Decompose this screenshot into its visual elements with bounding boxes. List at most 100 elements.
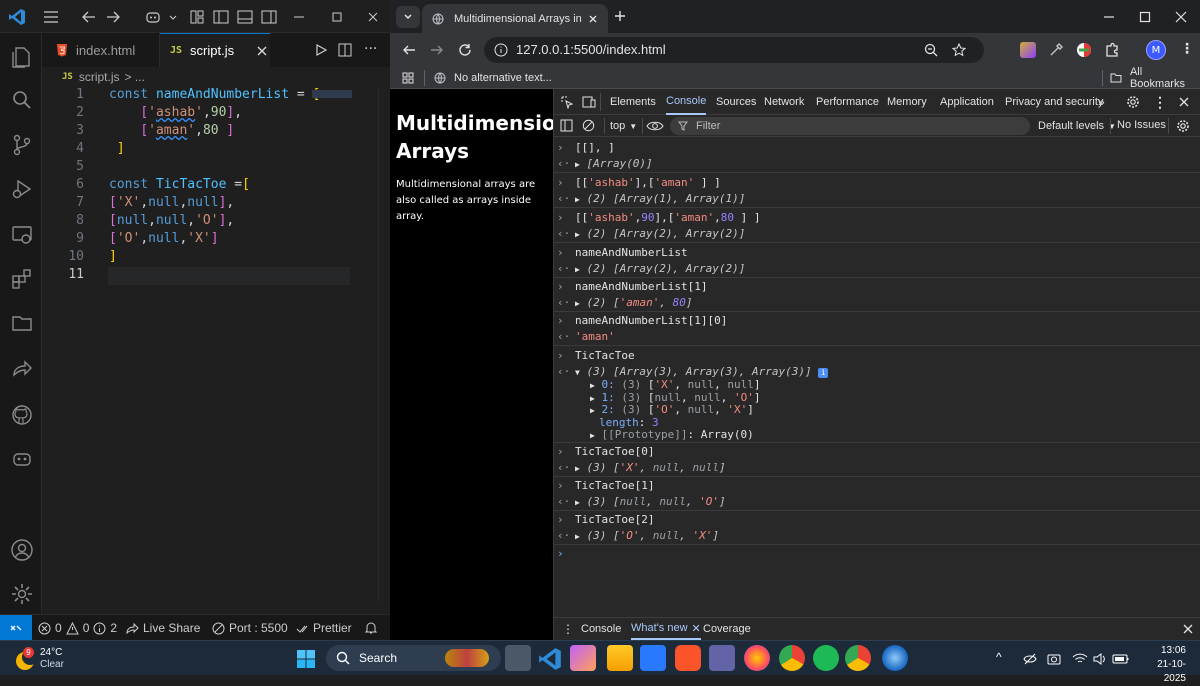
task-view-app[interactable] <box>505 645 531 671</box>
taskbar-search[interactable]: Search <box>326 645 501 671</box>
apps-grid-icon[interactable] <box>402 72 414 84</box>
hidden-icon[interactable] <box>1022 651 1038 667</box>
layout-icon[interactable] <box>188 8 206 26</box>
maximize-icon[interactable] <box>1138 10 1152 24</box>
teams-taskbar-icon[interactable] <box>709 645 735 671</box>
back-arrow-icon[interactable] <box>402 43 416 57</box>
clock[interactable]: 13:06 21-10-2025 <box>1136 644 1186 686</box>
forward-arrow-icon[interactable] <box>430 43 444 57</box>
copilot-chat-icon[interactable] <box>10 447 34 471</box>
chrome-menu-icon[interactable]: ⋮ <box>1180 41 1194 57</box>
source-control-icon[interactable] <box>10 133 34 157</box>
issues-counter[interactable]: No Issues <box>1117 119 1166 131</box>
breadcrumb-rest[interactable]: > ... <box>125 70 145 84</box>
weather-widget[interactable]: 9 24°C Clear <box>14 644 64 674</box>
log-levels-dropdown[interactable]: Default levels ▼ <box>1038 115 1116 137</box>
new-tab-icon[interactable] <box>614 10 626 22</box>
devtools-menu-icon[interactable]: ⋮ <box>1153 89 1167 115</box>
remote-indicator[interactable] <box>0 615 32 641</box>
tab-privacy-security[interactable]: Privacy and security <box>1005 89 1103 115</box>
live-share-button[interactable]: Live Share <box>126 615 200 641</box>
tab-search-button[interactable] <box>396 6 420 28</box>
profile-avatar[interactable]: M <box>1146 40 1166 60</box>
windows-start-icon[interactable] <box>296 649 316 669</box>
close-icon[interactable] <box>1174 10 1188 24</box>
filter-input[interactable]: Filter <box>670 117 1030 135</box>
extensions-icon[interactable] <box>10 267 34 291</box>
tab-memory[interactable]: Memory <box>887 89 927 115</box>
more-actions-icon[interactable]: ··· <box>364 41 377 57</box>
tab-index-html[interactable]: index.html <box>42 33 160 67</box>
tab-performance[interactable]: Performance <box>816 89 879 115</box>
close-tab-icon[interactable] <box>588 14 598 24</box>
close-tab-icon[interactable] <box>256 45 268 57</box>
tab-network[interactable]: Network <box>764 89 804 115</box>
minimize-icon[interactable] <box>1102 10 1116 24</box>
explorer-icon[interactable] <box>10 45 34 69</box>
settings-gear-icon[interactable] <box>10 582 34 606</box>
console-result[interactable]: ‹· ▶ [Array(0)] <box>554 156 1200 173</box>
reload-icon[interactable] <box>458 43 472 57</box>
settings-taskbar-icon[interactable] <box>882 645 908 671</box>
battery-icon[interactable] <box>1112 652 1130 666</box>
drawer-menu-icon[interactable]: ⋮ <box>562 622 574 636</box>
store-taskbar-icon[interactable] <box>640 645 666 671</box>
live-share-icon[interactable] <box>10 357 34 381</box>
address-bar[interactable]: 127.0.0.1:5500/index.html <box>484 37 984 63</box>
drawer-tab-whats-new[interactable]: What's new ✕ <box>631 618 701 640</box>
copilot-icon[interactable] <box>144 8 162 26</box>
github-icon[interactable] <box>10 403 34 427</box>
close-icon[interactable] <box>364 8 382 26</box>
chevron-down-icon[interactable] <box>164 8 182 26</box>
minimize-icon[interactable] <box>290 8 308 26</box>
console-result[interactable]: ‹· ▶ (3) [null, null, 'O'] <box>554 494 1200 511</box>
chrome-taskbar-icon[interactable] <box>779 645 805 671</box>
console-result[interactable]: ‹· ▶ (3) ['O', null, 'X'] <box>554 528 1200 545</box>
all-bookmarks-button[interactable]: All Bookmarks <box>1110 66 1200 90</box>
clear-console-icon[interactable] <box>582 119 595 132</box>
drawer-tab-console[interactable]: Console <box>581 623 621 635</box>
console-settings-icon[interactable] <box>1176 119 1190 133</box>
tab-elements[interactable]: Elements <box>610 89 656 115</box>
toggle-secondary-sidebar-icon[interactable] <box>260 8 278 26</box>
console-result[interactable]: ‹· ▶ (3) ['X', null, null] <box>554 460 1200 477</box>
site-info-icon[interactable] <box>494 43 508 57</box>
firefox-taskbar-icon[interactable] <box>744 645 770 671</box>
close-tab-icon[interactable]: ✕ <box>692 622 701 635</box>
chevron-up-icon[interactable]: ^ <box>996 650 1002 664</box>
bookmark-star-icon[interactable] <box>952 43 966 57</box>
toggle-sidebar-icon[interactable] <box>212 8 230 26</box>
port-button[interactable]: Port : 5500 <box>212 615 288 641</box>
console-result[interactable]: ‹· ▶ (2) [Array(2), Array(2)] <box>554 261 1200 278</box>
inspect-element-icon[interactable] <box>560 95 574 109</box>
minimap[interactable] <box>312 90 352 98</box>
console-result[interactable]: ‹· ▶ (2) [Array(2), Array(2)] <box>554 226 1200 243</box>
run-icon[interactable] <box>314 43 328 57</box>
console-result-expanded[interactable]: ‹· ▼ (3) [Array(3), Array(3), Array(3)] … <box>554 364 1200 443</box>
remote-explorer-icon[interactable] <box>10 223 34 247</box>
bell-icon[interactable] <box>364 621 378 635</box>
close-devtools-icon[interactable] <box>1178 96 1190 108</box>
tab-sources[interactable]: Sources <box>716 89 756 115</box>
menu-icon[interactable] <box>42 8 60 26</box>
file-explorer-taskbar-icon[interactable] <box>607 645 633 671</box>
wifi-icon[interactable] <box>1072 651 1088 667</box>
search-icon[interactable] <box>10 88 34 112</box>
sidebar-toggle-icon[interactable] <box>560 119 573 132</box>
console-result[interactable]: ‹· ▶ (2) [Array(1), Array(1)] <box>554 191 1200 208</box>
problems-indicator[interactable]: 0 0 2 <box>38 615 117 641</box>
camera-icon[interactable] <box>1046 651 1062 667</box>
tab-console[interactable]: Console <box>666 89 707 115</box>
copilot-taskbar-icon[interactable] <box>570 645 596 671</box>
tab-script-js[interactable]: JS script.js <box>160 33 270 67</box>
drawer-tab-coverage[interactable]: Coverage <box>703 623 751 635</box>
back-arrow-icon[interactable] <box>80 8 98 26</box>
tab-application[interactable]: Application <box>940 89 994 115</box>
device-toolbar-icon[interactable] <box>582 95 596 109</box>
spotify-taskbar-icon[interactable] <box>813 645 839 671</box>
browser-tab-active[interactable]: Multidimensional Arrays in Java <box>422 4 608 33</box>
more-tabs-icon[interactable]: » <box>1098 89 1105 115</box>
extension-icon[interactable] <box>1020 42 1036 58</box>
brave-taskbar-icon[interactable] <box>675 645 701 671</box>
accounts-icon[interactable] <box>10 538 34 562</box>
